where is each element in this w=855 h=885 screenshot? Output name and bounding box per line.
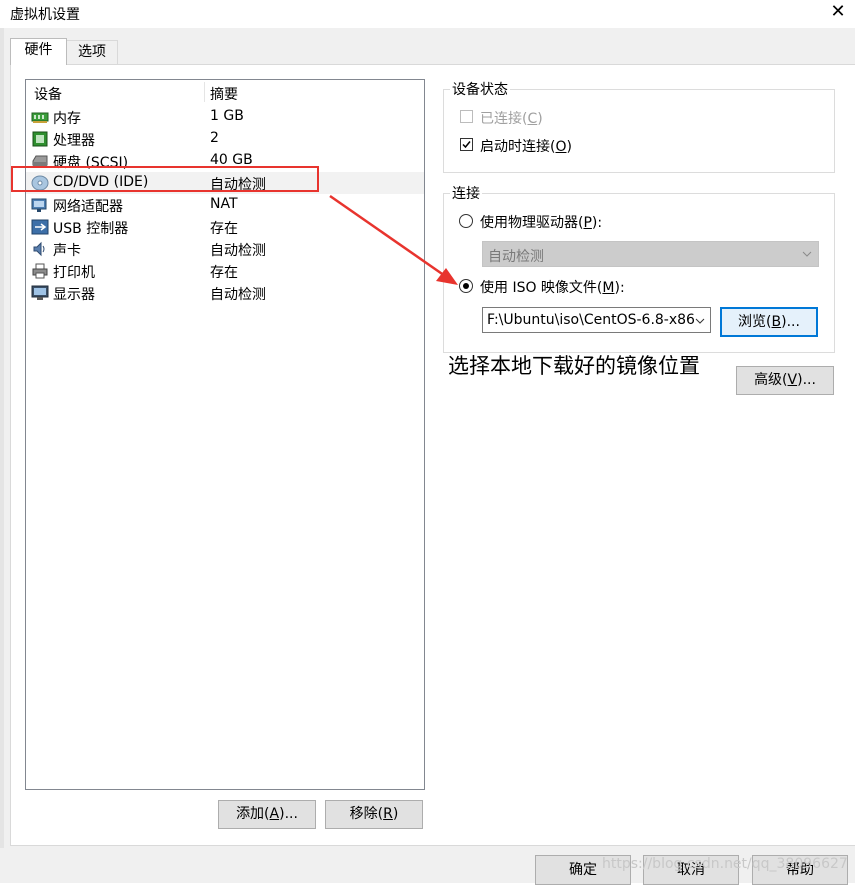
annotation-arrow	[329, 194, 458, 285]
tab-hardware[interactable]: 硬件	[10, 38, 67, 65]
watermark: https://blog.csdn.net/qq_38096627	[602, 856, 848, 872]
